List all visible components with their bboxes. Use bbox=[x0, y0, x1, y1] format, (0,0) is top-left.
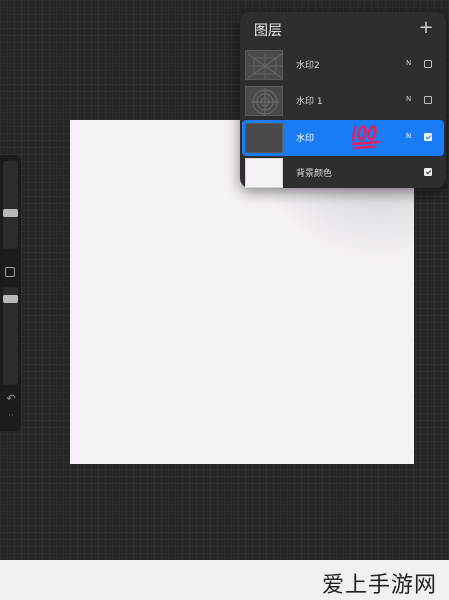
layer-row-background-color[interactable]: 背景颜色 bbox=[242, 156, 444, 190]
blend-mode-button[interactable]: N bbox=[406, 95, 411, 103]
left-sidebar: ↶ ·· bbox=[0, 155, 21, 431]
layer-name: 水印 1 bbox=[296, 97, 323, 107]
modify-button[interactable] bbox=[5, 267, 15, 277]
panel-title: 图层 bbox=[254, 23, 282, 39]
add-layer-icon[interactable]: + bbox=[416, 16, 436, 40]
brush-size-thumb[interactable] bbox=[3, 209, 18, 217]
site-watermark: 爱上手游网 bbox=[322, 573, 438, 598]
layer-name: 水印 bbox=[296, 134, 315, 144]
layer-row-watermark-1[interactable]: 水印 1 N bbox=[242, 84, 444, 118]
layer-thumbnail bbox=[245, 86, 283, 116]
layer-visibility-checkbox[interactable] bbox=[424, 96, 432, 104]
layer-row-watermark-selected[interactable]: 水印 N bbox=[242, 120, 444, 156]
layer-name: 背景颜色 bbox=[296, 169, 333, 179]
layer-name: 水印2 bbox=[296, 61, 320, 71]
hundred-points-icon bbox=[350, 125, 381, 150]
layer-visibility-checkbox[interactable] bbox=[424, 60, 432, 68]
undo-icon[interactable]: ↶ bbox=[3, 391, 19, 407]
opacity-thumb[interactable] bbox=[3, 295, 18, 303]
brush-size-slider[interactable] bbox=[3, 161, 18, 249]
blend-mode-button[interactable]: N bbox=[406, 59, 411, 67]
background-color-swatch bbox=[245, 158, 283, 188]
layer-thumbnail bbox=[245, 123, 283, 153]
layer-row-watermark-2[interactable]: 水印2 N bbox=[242, 48, 444, 82]
blend-mode-button[interactable]: N bbox=[406, 132, 411, 140]
layers-panel: 图层 + 水印2 N 水印 1 N 水印 N 背景颜色 bbox=[240, 12, 446, 188]
layer-thumbnail bbox=[245, 50, 283, 80]
redo-icon[interactable]: ·· bbox=[3, 411, 19, 421]
layer-visibility-checkbox[interactable] bbox=[424, 168, 432, 176]
layer-visibility-checkbox[interactable] bbox=[424, 133, 432, 141]
